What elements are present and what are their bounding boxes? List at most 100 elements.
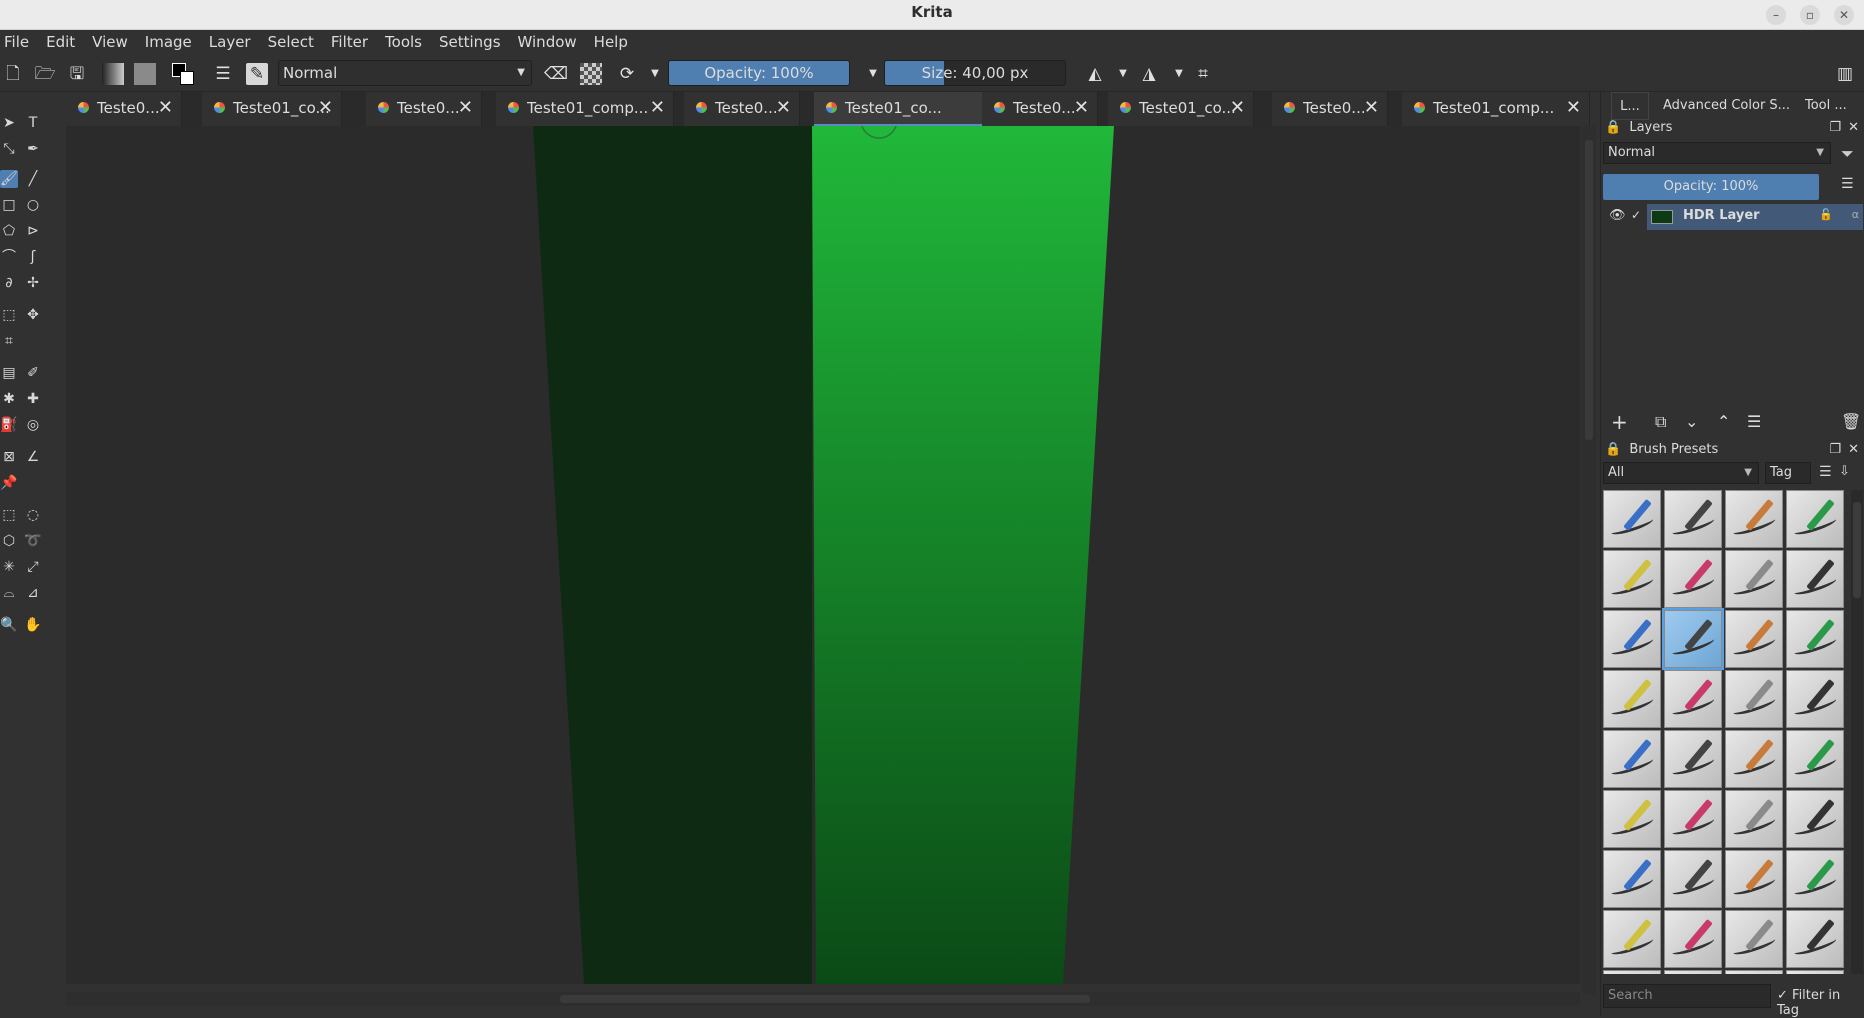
- close-tab-icon[interactable]: ✕: [1230, 92, 1245, 124]
- move-layer-down-icon[interactable]: ⌄: [1685, 412, 1698, 431]
- brush-preset-thumbnail[interactable]: [1603, 790, 1661, 848]
- document-tab[interactable]: Teste0... ✕: [366, 92, 482, 126]
- blend-mode-select[interactable]: Normal ▼: [278, 60, 532, 86]
- calligraphy-tool-icon[interactable]: ✒: [24, 140, 42, 158]
- document-tab[interactable]: Teste0... ✕: [1272, 92, 1388, 126]
- menu-edit[interactable]: Edit: [46, 33, 75, 51]
- float-docker-icon[interactable]: ❐: [1829, 440, 1841, 460]
- brush-preset-thumbnail[interactable]: [1603, 670, 1661, 728]
- brush-preset-thumbnail[interactable]: [1725, 730, 1783, 788]
- multibrush-tool-icon[interactable]: ✢: [24, 274, 42, 292]
- elliptical-selection-tool-icon[interactable]: ◌: [24, 506, 42, 524]
- bezier-selection-tool-icon[interactable]: ⌓: [0, 584, 18, 602]
- edit-shapes-tool-icon[interactable]: ⤡: [0, 140, 18, 158]
- brush-preset-thumbnail[interactable]: [1725, 790, 1783, 848]
- minimize-button[interactable]: –: [1766, 5, 1786, 25]
- document-tab[interactable]: Teste0... ✕: [66, 92, 182, 126]
- alpha-lock-icon[interactable]: [580, 63, 602, 85]
- brush-preset-thumbnail[interactable]: [1725, 610, 1783, 668]
- brush-preset-thumbnail[interactable]: [1725, 970, 1783, 974]
- menu-file[interactable]: File: [4, 33, 29, 51]
- menu-view[interactable]: View: [92, 33, 128, 51]
- zoom-tool-icon[interactable]: 🔍: [0, 616, 18, 634]
- chevron-down-icon[interactable]: ▼: [1112, 63, 1134, 85]
- bezier-tool-icon[interactable]: ⌒: [0, 248, 18, 266]
- eraser-icon[interactable]: ⌫: [544, 63, 568, 85]
- lock-docker-icon[interactable]: 🔒: [1605, 442, 1621, 457]
- brush-preset-thumbnail[interactable]: [1664, 730, 1722, 788]
- open-document-icon[interactable]: 🗁: [34, 63, 56, 85]
- alpha-layer-icon[interactable]: α: [1852, 208, 1859, 221]
- move-tool-icon[interactable]: ✥: [24, 306, 42, 324]
- mirror-horizontal-icon[interactable]: ◭: [1084, 63, 1106, 85]
- horizontal-scrollbar[interactable]: [66, 992, 1580, 1006]
- fg-bg-color-icon[interactable]: [172, 63, 194, 85]
- rectangular-selection-tool-icon[interactable]: ⬚: [0, 506, 18, 524]
- polygon-tool-icon[interactable]: ⬠: [0, 222, 18, 240]
- layer-options-icon[interactable]: ☰: [1841, 176, 1854, 192]
- dock-tab-layers[interactable]: L...: [1611, 92, 1649, 120]
- contiguous-selection-tool-icon[interactable]: ✳: [0, 558, 18, 576]
- document-tab[interactable]: Teste01_co... ✕: [1108, 92, 1254, 126]
- document-tab[interactable]: Teste0... ✕: [684, 92, 800, 126]
- menu-filter[interactable]: Filter: [331, 33, 368, 51]
- line-tool-icon[interactable]: ╱: [24, 170, 42, 188]
- vertical-scrollbar[interactable]: [1582, 126, 1596, 994]
- duplicate-layer-icon[interactable]: ⧉: [1655, 412, 1666, 432]
- document-tab[interactable]: Teste01_comp... ✕: [1402, 92, 1590, 126]
- brush-preset-thumbnail[interactable]: [1664, 970, 1722, 974]
- menu-layer[interactable]: Layer: [209, 33, 251, 51]
- close-tab-icon[interactable]: ✕: [318, 92, 333, 124]
- add-layer-icon[interactable]: +: [1611, 410, 1628, 434]
- dynamic-brush-tool-icon[interactable]: ∂: [0, 274, 18, 292]
- brush-preset-thumbnail[interactable]: [1664, 550, 1722, 608]
- maximize-button[interactable]: ▫: [1800, 5, 1820, 25]
- brush-preset-thumbnail[interactable]: [1786, 790, 1844, 848]
- brush-preset-thumbnail[interactable]: [1664, 490, 1722, 548]
- brush-grid-scroll-thumb[interactable]: [1853, 502, 1861, 598]
- move-layer-up-icon[interactable]: ⌃: [1717, 412, 1730, 431]
- float-docker-icon[interactable]: ❐: [1829, 118, 1841, 138]
- canvas[interactable]: [66, 126, 1580, 984]
- close-docker-icon[interactable]: ✕: [1848, 118, 1859, 138]
- brush-search-input[interactable]: Search: [1603, 984, 1771, 1008]
- brush-preset-thumbnail[interactable]: [1603, 910, 1661, 968]
- assistant-tool-icon[interactable]: ⊠: [0, 448, 18, 466]
- chevron-down-icon[interactable]: ▼: [644, 63, 666, 85]
- reload-preset-icon[interactable]: ⟳: [616, 63, 638, 85]
- brush-preset-thumbnail[interactable]: [1664, 850, 1722, 908]
- reference-images-tool-icon[interactable]: 📌: [0, 474, 18, 492]
- chevron-down-icon[interactable]: ▼: [862, 63, 884, 85]
- mirror-vertical-icon[interactable]: ◮: [1138, 63, 1160, 85]
- menu-tools[interactable]: Tools: [385, 33, 422, 51]
- layer-properties-icon[interactable]: ☰: [1747, 412, 1761, 431]
- layer-row[interactable]: 👁 ✓ HDR Layer 🔓 α: [1601, 204, 1863, 230]
- brush-preset-thumbnail[interactable]: [1725, 910, 1783, 968]
- close-tab-icon[interactable]: ✕: [1364, 92, 1379, 124]
- crop-tool-icon[interactable]: ⌗: [0, 332, 18, 350]
- enclose-fill-tool-icon[interactable]: ◎: [24, 416, 42, 434]
- lock-layer-icon[interactable]: 🔓: [1819, 208, 1833, 221]
- lock-docker-icon[interactable]: 🔒: [1605, 120, 1621, 135]
- pan-tool-icon[interactable]: ✋: [24, 616, 42, 634]
- dock-tab-tool-options[interactable]: Tool ...: [1805, 92, 1847, 120]
- view-mode-icon[interactable]: ☰: [1819, 464, 1832, 480]
- rectangle-tool-icon[interactable]: □: [0, 196, 18, 214]
- polyline-tool-icon[interactable]: ⊳: [24, 222, 42, 240]
- close-tab-icon[interactable]: ✕: [158, 92, 173, 124]
- workspace-chooser-icon[interactable]: ▥: [1834, 63, 1856, 85]
- brush-grid-scrollbar[interactable]: [1851, 490, 1863, 974]
- menu-window[interactable]: Window: [518, 33, 577, 51]
- brush-preset-thumbnail[interactable]: [1725, 670, 1783, 728]
- close-tab-icon[interactable]: ✕: [776, 92, 791, 124]
- brush-preset-thumbnail[interactable]: [1786, 910, 1844, 968]
- polygonal-selection-tool-icon[interactable]: ⬡: [0, 532, 18, 550]
- measure-tool-icon[interactable]: ∠: [24, 448, 42, 466]
- brush-preset-thumbnail[interactable]: [1786, 970, 1844, 974]
- filter-icon[interactable]: ⏷: [1841, 144, 1854, 164]
- magnetic-selection-tool-icon[interactable]: ⊿: [24, 584, 42, 602]
- brush-preset-thumbnail[interactable]: [1603, 610, 1661, 668]
- brush-tag-filter-select[interactable]: All ▼: [1603, 462, 1759, 484]
- chevron-down-icon[interactable]: ▼: [1168, 63, 1190, 85]
- document-tab[interactable]: Teste01_comp... ✕: [496, 92, 674, 126]
